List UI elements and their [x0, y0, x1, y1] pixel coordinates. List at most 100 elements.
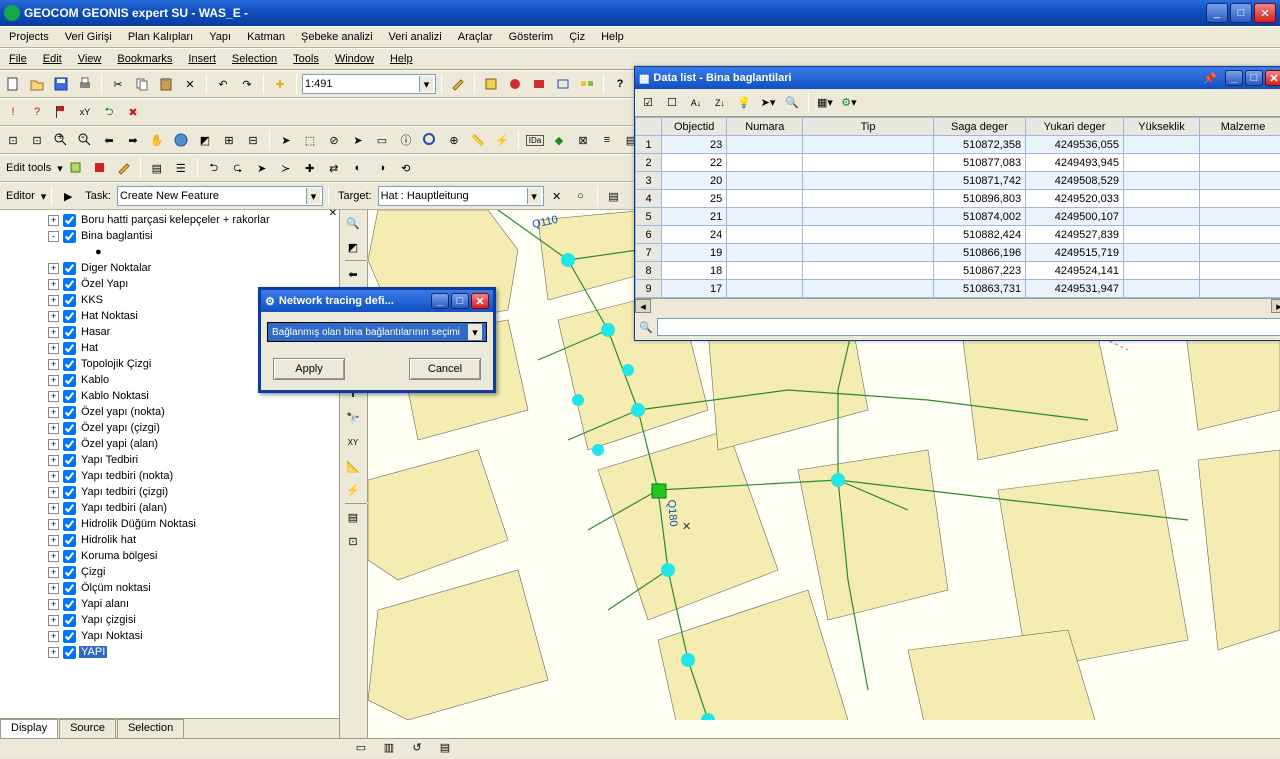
- grid-header[interactable]: Numara: [727, 118, 803, 136]
- blue-box-button[interactable]: [552, 73, 574, 95]
- status-icon-4[interactable]: ▤: [434, 737, 456, 759]
- menu-veri-analizi[interactable]: Veri analizi: [382, 29, 449, 45]
- new-button[interactable]: [2, 73, 24, 95]
- grid-cell[interactable]: 510877,083: [933, 154, 1025, 172]
- expand-icon[interactable]: +: [48, 359, 59, 370]
- menu-plan-kalıpları[interactable]: Plan Kalıpları: [121, 29, 200, 45]
- menu-veri-girişi[interactable]: Veri Girişi: [58, 29, 119, 45]
- menu-yapı[interactable]: Yapı: [202, 29, 238, 45]
- grid-cell[interactable]: [1123, 154, 1199, 172]
- layer-item[interactable]: +Yapı çizgisi: [2, 612, 337, 628]
- trace-clear-button[interactable]: ✖: [122, 101, 144, 123]
- expand-icon[interactable]: +: [48, 263, 59, 274]
- ntdlg-cancel-button[interactable]: Cancel: [409, 358, 481, 380]
- et-1[interactable]: [65, 157, 87, 179]
- grid-cell[interactable]: [727, 136, 803, 154]
- grid-cell[interactable]: 18: [662, 262, 727, 280]
- grid-cell[interactable]: [803, 262, 933, 280]
- grid-cell[interactable]: 4249524,141: [1026, 262, 1124, 280]
- layer-item[interactable]: +Hidrolik hat: [2, 532, 337, 548]
- trace-xy-button[interactable]: xY: [74, 101, 96, 123]
- table-row[interactable]: 917510863,7314249531,947: [636, 280, 1280, 298]
- expand-icon[interactable]: +: [48, 471, 59, 482]
- expand-icon[interactable]: +: [48, 439, 59, 450]
- layer-label[interactable]: Boru hatti parçasi kelepçeler + rakorlar: [79, 214, 272, 226]
- toc-tab-source[interactable]: Source: [59, 719, 116, 738]
- datalist-grid[interactable]: ObjectidNumaraTipSaga degerYukari degerY…: [635, 117, 1280, 298]
- layer-label[interactable]: Yapı tedbiri (nokta): [79, 470, 175, 482]
- grid-cell[interactable]: [803, 208, 933, 226]
- expand-icon[interactable]: +: [48, 455, 59, 466]
- layer-checkbox[interactable]: [63, 438, 76, 451]
- grid-cell[interactable]: [1123, 208, 1199, 226]
- layer-label[interactable]: ●: [93, 246, 104, 258]
- datalist-maximize[interactable]: □: [1245, 70, 1263, 86]
- clear-selection-button[interactable]: ⊘: [323, 129, 345, 151]
- table-row[interactable]: 624510882,4244249527,839: [636, 226, 1280, 244]
- layer-checkbox[interactable]: [63, 278, 76, 291]
- toc-tab-display[interactable]: Display: [0, 719, 58, 738]
- expand-icon[interactable]: +: [48, 583, 59, 594]
- grid-header[interactable]: Malzeme: [1200, 118, 1280, 136]
- layer-label[interactable]: Kablo Noktasi: [79, 390, 151, 402]
- dl-light[interactable]: 💡: [733, 92, 755, 114]
- editor-toolbar-button[interactable]: [447, 73, 469, 95]
- layer-checkbox[interactable]: [63, 502, 76, 515]
- table-row[interactable]: 425510896,8034249520,033: [636, 190, 1280, 208]
- print-button[interactable]: [74, 73, 96, 95]
- grid-cell[interactable]: [803, 226, 933, 244]
- menu-help[interactable]: Help: [594, 29, 631, 45]
- save-button[interactable]: [50, 73, 72, 95]
- select-features-button[interactable]: ⬚: [299, 129, 321, 151]
- layer-item[interactable]: +Ölçüm noktasi: [2, 580, 337, 596]
- datalist-search-input[interactable]: [657, 318, 1280, 336]
- grid-cell[interactable]: [803, 190, 933, 208]
- red-tool-button[interactable]: [504, 73, 526, 95]
- dl-unselect[interactable]: ☐: [661, 92, 683, 114]
- datalist-hscroll[interactable]: ◂ ▸: [635, 298, 1280, 314]
- expand-icon[interactable]: +: [48, 407, 59, 418]
- expand-icon[interactable]: +: [48, 423, 59, 434]
- expand-icon[interactable]: +: [48, 391, 59, 402]
- tools-1[interactable]: ⊡: [2, 129, 24, 151]
- select-arrow-button[interactable]: ➤: [275, 129, 297, 151]
- expand-icon[interactable]: -: [48, 231, 59, 242]
- table-row[interactable]: 719510866,1964249515,719: [636, 244, 1280, 262]
- et-12[interactable]: ◐: [347, 157, 369, 179]
- layer-label[interactable]: Özel yapi (alan): [79, 438, 160, 450]
- layer-label[interactable]: Hidrolik Düğüm Noktasi: [79, 518, 198, 530]
- arcmenu-tools[interactable]: Tools: [286, 51, 326, 67]
- grid-cell[interactable]: 4249527,839: [1026, 226, 1124, 244]
- expand-icon[interactable]: +: [48, 503, 59, 514]
- expand-icon[interactable]: +: [48, 647, 59, 658]
- et-7[interactable]: ⮎: [227, 157, 249, 179]
- layer-label[interactable]: Bina baglantisi: [79, 230, 155, 242]
- layer-checkbox[interactable]: [63, 486, 76, 499]
- arccatalog-button[interactable]: [480, 73, 502, 95]
- grid-header[interactable]: Tip: [803, 118, 933, 136]
- grid-cell[interactable]: 4249500,107: [1026, 208, 1124, 226]
- trace-flag-button[interactable]: [50, 101, 72, 123]
- layer-checkbox[interactable]: [63, 230, 76, 243]
- dl-arrow[interactable]: ➤▾: [757, 92, 779, 114]
- layer-item[interactable]: +Hidrolik Düğüm Noktasi: [2, 516, 337, 532]
- help-button[interactable]: ?: [609, 73, 631, 95]
- et-5[interactable]: ☰: [170, 157, 192, 179]
- grid-cell[interactable]: [1200, 154, 1280, 172]
- expand-icon[interactable]: +: [48, 279, 59, 290]
- grid-cell[interactable]: 510866,196: [933, 244, 1025, 262]
- layer-item[interactable]: +Yapı tedbiri (alan): [2, 500, 337, 516]
- grid-cell[interactable]: 510871,742: [933, 172, 1025, 190]
- layer-checkbox[interactable]: [63, 374, 76, 387]
- gtool-1[interactable]: ◩: [194, 129, 216, 151]
- layer-item[interactable]: +Özel yapı (nokta): [2, 404, 337, 420]
- next-extent-button[interactable]: ➡: [122, 129, 144, 151]
- vt-prev[interactable]: ⬅: [342, 263, 364, 285]
- ntdlg-minimize[interactable]: _: [431, 293, 449, 309]
- layer-label[interactable]: Kablo: [79, 374, 111, 386]
- et-9[interactable]: ≻: [275, 157, 297, 179]
- grid-cell[interactable]: [1200, 280, 1280, 298]
- red-box-button[interactable]: [528, 73, 550, 95]
- zoomin-button[interactable]: +: [50, 129, 72, 151]
- layer-checkbox[interactable]: [63, 646, 76, 659]
